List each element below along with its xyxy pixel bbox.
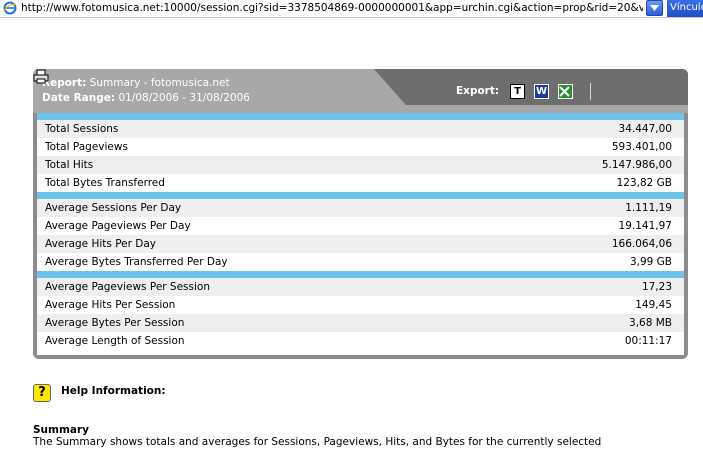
links-toolbar-button[interactable]: Vínculo bbox=[667, 0, 703, 17]
table-row: Average Pageviews Per Session 17,23 bbox=[37, 278, 684, 296]
metric-label: Average Length of Session bbox=[45, 335, 185, 347]
table-row: Average Sessions Per Day 1.111,19 bbox=[37, 199, 684, 217]
metric-label: Average Bytes Per Session bbox=[45, 317, 185, 329]
section-divider bbox=[37, 192, 684, 199]
section-divider bbox=[37, 113, 684, 120]
internet-explorer-icon bbox=[3, 1, 17, 15]
metric-value: 17,23 bbox=[641, 281, 672, 293]
metric-label: Average Bytes Transferred Per Day bbox=[45, 256, 228, 268]
export-divider bbox=[590, 83, 591, 100]
table-row: Average Pageviews Per Day 19.141,97 bbox=[37, 217, 684, 235]
metric-value: 3,99 GB bbox=[629, 256, 672, 268]
table-row: Total Hits 5.147.986,00 bbox=[37, 156, 684, 174]
metric-value: 123,82 GB bbox=[616, 177, 672, 189]
date-range-label: Date Range: bbox=[42, 92, 116, 104]
metric-label: Total Sessions bbox=[45, 123, 119, 135]
metric-value: 19.141,97 bbox=[618, 220, 672, 232]
metric-label: Average Hits Per Session bbox=[45, 299, 176, 311]
metric-label: Total Bytes Transferred bbox=[45, 177, 165, 189]
metric-value: 5.147.986,00 bbox=[601, 159, 672, 171]
table-row: Total Pageviews 593.401,00 bbox=[37, 138, 684, 156]
metric-label: Average Sessions Per Day bbox=[45, 202, 182, 214]
table-row: Average Hits Per Day 166.064,06 bbox=[37, 235, 684, 253]
date-range-value: 01/08/2006 - 31/08/2006 bbox=[118, 92, 250, 104]
metric-label: Average Pageviews Per Day bbox=[45, 220, 191, 232]
metric-value: 34.447,00 bbox=[618, 123, 672, 135]
address-dropdown-button[interactable] bbox=[646, 0, 663, 16]
metric-value: 3,68 MB bbox=[629, 317, 672, 329]
url-field[interactable]: http://www.fotomusica.net:10000/session.… bbox=[21, 1, 643, 16]
word-export-icon[interactable]: W bbox=[534, 84, 549, 99]
table-row: Average Hits Per Session 149,45 bbox=[37, 296, 684, 314]
metric-value: 149,45 bbox=[635, 299, 672, 311]
table-row: Average Bytes Per Session 3,68 MB bbox=[37, 314, 684, 332]
metric-label: Average Pageviews Per Session bbox=[45, 281, 210, 293]
summary-heading: Summary bbox=[33, 424, 90, 436]
report-title: Report: Summary - fotomusica.net bbox=[42, 77, 230, 89]
export-label: Export: bbox=[456, 85, 500, 97]
metric-label: Total Pageviews bbox=[45, 141, 128, 153]
summary-description: The Summary shows totals and averages fo… bbox=[33, 436, 602, 448]
text-export-icon[interactable]: T bbox=[510, 84, 525, 99]
table-row: Total Bytes Transferred 123,82 GB bbox=[37, 174, 684, 192]
metric-label: Total Hits bbox=[45, 159, 94, 171]
date-range: Date Range: 01/08/2006 - 31/08/2006 bbox=[42, 92, 250, 104]
metric-value: 593.401,00 bbox=[611, 141, 672, 153]
table-row: Total Sessions 34.447,00 bbox=[37, 120, 684, 138]
summary-table: Total Sessions 34.447,00 Total Pageviews… bbox=[37, 113, 684, 355]
help-title: Help Information: bbox=[61, 385, 166, 397]
address-bar: http://www.fotomusica.net:10000/session.… bbox=[0, 0, 703, 18]
report-value: Summary - fotomusica.net bbox=[89, 77, 230, 89]
report-header: Report: Summary - fotomusica.net Date Ra… bbox=[33, 69, 688, 113]
metric-value: 00:11:17 bbox=[624, 335, 672, 347]
print-icon[interactable] bbox=[33, 69, 49, 84]
section-divider bbox=[37, 271, 684, 278]
excel-export-icon[interactable] bbox=[558, 84, 573, 99]
metric-label: Average Hits Per Day bbox=[45, 238, 156, 250]
summary-report-panel: Report: Summary - fotomusica.net Date Ra… bbox=[33, 69, 688, 359]
help-icon[interactable]: ? bbox=[33, 384, 51, 402]
table-row: Average Length of Session 00:11:17 bbox=[37, 332, 684, 350]
metric-value: 166.064,06 bbox=[611, 238, 672, 250]
metric-value: 1.111,19 bbox=[625, 202, 672, 214]
chevron-down-icon bbox=[650, 5, 659, 11]
table-row: Average Bytes Transferred Per Day 3,99 G… bbox=[37, 253, 684, 271]
